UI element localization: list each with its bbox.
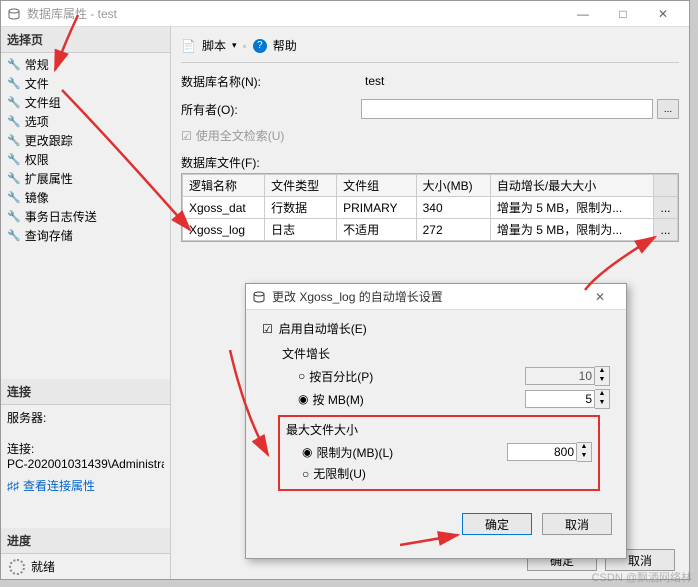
row-ellipsis-button[interactable]: ... bbox=[654, 197, 678, 219]
checkbox-checked-icon[interactable]: ☑ bbox=[262, 322, 273, 336]
dbname-input[interactable] bbox=[361, 71, 679, 91]
by-mb-radio[interactable]: ◉按 MB(M) bbox=[298, 391, 525, 408]
fulltext-checkbox: ☑ 使用全文检索(U) bbox=[181, 127, 679, 144]
wrench-icon: 🔧 bbox=[7, 134, 21, 147]
wrench-icon: 🔧 bbox=[7, 153, 21, 166]
progress-header: 进度 bbox=[1, 528, 170, 554]
titlebar: 数据库属性 - test — □ ✕ bbox=[1, 1, 689, 27]
min-button[interactable]: — bbox=[563, 3, 603, 25]
help-icon: ? bbox=[253, 39, 267, 53]
nav-item-general[interactable]: 🔧常规 bbox=[1, 55, 170, 74]
owner-label: 所有者(O): bbox=[181, 101, 361, 118]
close-button[interactable]: ✕ bbox=[643, 3, 683, 25]
wrench-icon: 🔧 bbox=[7, 58, 21, 71]
row-ellipsis-button[interactable]: ... bbox=[654, 219, 678, 241]
radio-checked-icon: ◉ bbox=[298, 392, 308, 406]
grid-header-row: 逻辑名称 文件类型 文件组 大小(MB) 自动增长/最大大小 bbox=[183, 175, 678, 197]
wrench-icon: 🔧 bbox=[7, 77, 21, 90]
nav-item-permissions[interactable]: 🔧权限 bbox=[1, 150, 170, 169]
filegrowth-label: 文件增长 bbox=[282, 345, 610, 362]
dialog-ok-button[interactable]: 确定 bbox=[462, 513, 532, 535]
script-button[interactable]: 脚本 bbox=[202, 37, 226, 54]
nav-item-mirroring[interactable]: 🔧镜像 bbox=[1, 188, 170, 207]
nav-list: 🔧常规 🔧文件 🔧文件组 🔧选项 🔧更改跟踪 🔧权限 🔧扩展属性 🔧镜像 🔧事务… bbox=[1, 53, 170, 247]
nav-item-extprops[interactable]: 🔧扩展属性 bbox=[1, 169, 170, 188]
nav-item-logshipping[interactable]: 🔧事务日志传送 bbox=[1, 207, 170, 226]
enable-autogrowth-label: 启用自动增长(E) bbox=[279, 320, 367, 337]
sidebar: 选择页 🔧常规 🔧文件 🔧文件组 🔧选项 🔧更改跟踪 🔧权限 🔧扩展属性 🔧镜像… bbox=[1, 27, 171, 579]
wrench-icon: 🔧 bbox=[7, 191, 21, 204]
select-page-header: 选择页 bbox=[1, 27, 170, 53]
wrench-icon: 🔧 bbox=[7, 96, 21, 109]
radio-unchecked-icon: ○ bbox=[298, 369, 305, 383]
radio-unchecked-icon: ○ bbox=[302, 467, 309, 481]
maxsize-label: 最大文件大小 bbox=[286, 421, 592, 438]
nav-item-changetracking[interactable]: 🔧更改跟踪 bbox=[1, 131, 170, 150]
connection-value: PC-202001031439\Administrat bbox=[7, 457, 164, 471]
spinner-buttons[interactable]: ▲▼ bbox=[595, 366, 610, 386]
connection-icon: ♯♯ bbox=[7, 479, 19, 493]
nav-item-options[interactable]: 🔧选项 bbox=[1, 112, 170, 131]
files-label: 数据库文件(F): bbox=[181, 154, 679, 171]
radio-checked-icon: ◉ bbox=[302, 445, 312, 459]
connection-header: 连接 bbox=[1, 379, 170, 405]
files-grid: 逻辑名称 文件类型 文件组 大小(MB) 自动增长/最大大小 Xgoss_dat… bbox=[181, 173, 679, 242]
table-row[interactable]: Xgoss_log日志不适用272增量为 5 MB，限制为...... bbox=[183, 219, 678, 241]
spinner-icon bbox=[9, 559, 25, 575]
unlimited-radio[interactable]: ○无限制(U) bbox=[302, 465, 592, 482]
limit-input[interactable] bbox=[507, 443, 577, 461]
db-icon bbox=[252, 290, 266, 304]
wrench-icon: 🔧 bbox=[7, 115, 21, 128]
checkbox-icon: ☑ bbox=[181, 129, 192, 143]
wrench-icon: 🔧 bbox=[7, 229, 21, 242]
toolbar: 📄 脚本 ▾ ▪ ? 帮助 bbox=[181, 33, 679, 63]
wrench-icon: 🔧 bbox=[7, 210, 21, 223]
script-dropdown-icon[interactable]: ▾ bbox=[232, 40, 237, 51]
dialog-cancel-button[interactable]: 取消 bbox=[542, 513, 612, 535]
wrench-icon: 🔧 bbox=[7, 172, 21, 185]
mb-input[interactable] bbox=[525, 390, 595, 408]
ready-label: 就绪 bbox=[31, 558, 55, 575]
help-button[interactable]: 帮助 bbox=[273, 37, 297, 54]
owner-browse-button[interactable]: ... bbox=[657, 99, 679, 119]
connection-label: 连接: bbox=[7, 440, 164, 457]
nav-item-files[interactable]: 🔧文件 bbox=[1, 74, 170, 93]
watermark: CSDN @飘洒网络林 bbox=[592, 569, 692, 585]
by-percent-radio[interactable]: ○按百分比(P) bbox=[298, 368, 525, 385]
connection-section: 服务器: 连接: PC-202001031439\Administrat ♯♯ … bbox=[1, 405, 170, 498]
progress-ready: 就绪 bbox=[1, 554, 170, 579]
script-icon: 📄 bbox=[181, 39, 196, 53]
dbname-label: 数据库名称(N): bbox=[181, 73, 361, 90]
spinner-buttons[interactable]: ▲▼ bbox=[595, 389, 610, 409]
autogrowth-dialog: 更改 Xgoss_log 的自动增长设置 ✕ ☑ 启用自动增长(E) 文件增长 … bbox=[245, 283, 627, 559]
window-title: 数据库属性 - test bbox=[27, 5, 563, 22]
percent-input[interactable] bbox=[525, 367, 595, 385]
nav-item-filegroups[interactable]: 🔧文件组 bbox=[1, 93, 170, 112]
server-label: 服务器: bbox=[7, 409, 164, 426]
view-connection-link[interactable]: 查看连接属性 bbox=[23, 477, 95, 494]
db-icon bbox=[7, 7, 21, 21]
nav-item-querystore[interactable]: 🔧查询存储 bbox=[1, 226, 170, 245]
max-button[interactable]: □ bbox=[603, 3, 643, 25]
dialog-close-button[interactable]: ✕ bbox=[580, 286, 620, 308]
highlight-box: 最大文件大小 ◉限制为(MB)(L) ▲▼ ○无限制(U) bbox=[278, 415, 600, 491]
limit-mb-radio[interactable]: ◉限制为(MB)(L) bbox=[302, 444, 507, 461]
table-row[interactable]: Xgoss_dat行数据PRIMARY340增量为 5 MB，限制为...... bbox=[183, 197, 678, 219]
spinner-buttons[interactable]: ▲▼ bbox=[577, 442, 592, 462]
owner-input[interactable] bbox=[361, 99, 653, 119]
dialog-title: 更改 Xgoss_log 的自动增长设置 bbox=[272, 288, 580, 305]
